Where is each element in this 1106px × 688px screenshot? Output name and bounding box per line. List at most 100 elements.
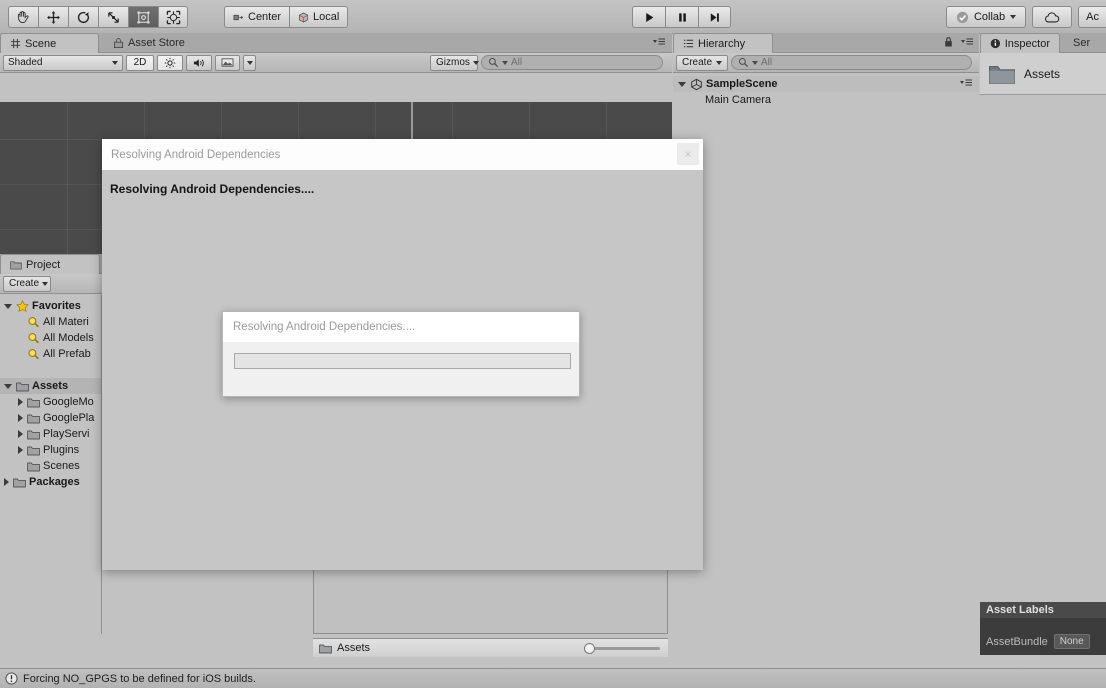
project-tree-item-label: All Prefab	[43, 348, 91, 360]
assetbundle-dropdown[interactable]: None	[1053, 634, 1090, 649]
tab-hierarchy[interactable]: Hierarchy	[673, 33, 773, 53]
gizmos-dropdown[interactable]: Gizmos	[430, 54, 479, 71]
pivot-mode-button[interactable]: Center	[224, 6, 290, 28]
slider-thumb[interactable]	[584, 643, 595, 654]
project-tree-item[interactable]: All Models	[0, 330, 101, 346]
cloud-button[interactable]	[1032, 6, 1073, 28]
hierarchy-item-main-camera[interactable]: Main Camera	[673, 92, 979, 108]
pause-button[interactable]	[665, 6, 698, 28]
project-tree-item[interactable]: Assets	[0, 378, 101, 394]
project-zoom-slider[interactable]	[584, 642, 662, 654]
folder-icon	[13, 478, 26, 487]
scene-context-menu-button[interactable]	[959, 78, 979, 91]
play-button[interactable]	[632, 6, 665, 28]
hierarchy-lock-button[interactable]	[944, 36, 953, 51]
tab-asset-store[interactable]: Asset Store	[104, 33, 194, 53]
hierarchy-search-input[interactable]: All	[731, 55, 972, 70]
collab-button[interactable]: Collab	[945, 6, 1027, 28]
progress-dialog[interactable]: Resolving Android Dependencies....	[222, 311, 580, 397]
dialog-title: Resolving Android Dependencies	[111, 148, 281, 161]
project-tree-item[interactable]: Plugins	[0, 442, 101, 458]
asset-labels-title: Asset Labels	[980, 602, 1106, 618]
chevron-down-icon	[246, 60, 253, 65]
grid-icon	[10, 38, 21, 49]
tab-scene[interactable]: Scene	[0, 33, 99, 53]
hierarchy-panel: Hierarchy Create All SampleScene Main Ca…	[673, 33, 979, 668]
project-tree-item[interactable]: All Materi	[0, 314, 101, 330]
hierarchy-item-label: Main Camera	[705, 94, 772, 106]
dialog-message: Resolving Android Dependencies....	[110, 182, 315, 196]
project-tree-item-label: Scenes	[43, 460, 80, 472]
hierarchy-create-button[interactable]: Create	[676, 54, 728, 71]
draw-mode-label: Shaded	[8, 57, 43, 68]
status-bar[interactable]: Forcing NO_GPGS to be defined for iOS bu…	[0, 668, 1106, 688]
project-tree-item[interactable]: PlayServi	[0, 426, 101, 442]
toggle-2d-label: 2D	[133, 57, 147, 68]
chevron-down-icon	[1010, 15, 1017, 19]
scene-panel-menu-button[interactable]	[652, 36, 666, 51]
transform-tool-button[interactable]	[158, 6, 188, 28]
project-create-button[interactable]: Create	[3, 275, 51, 292]
chevron-down-icon	[42, 281, 49, 286]
close-icon[interactable]: ×	[677, 143, 699, 165]
scene-tabrow: Scene Asset Store	[0, 33, 672, 53]
chevron-right-icon[interactable]	[18, 446, 23, 454]
folder-icon	[27, 462, 40, 471]
chevron-down-icon[interactable]	[4, 303, 12, 309]
folder-icon	[319, 644, 332, 653]
project-tree-item[interactable]: Packages	[0, 474, 101, 490]
scene-search-input[interactable]: All	[481, 55, 663, 70]
project-tree-item-label: Favorites	[32, 300, 81, 312]
chevron-right-icon[interactable]	[18, 430, 23, 438]
account-button[interactable]: Ac	[1078, 6, 1106, 28]
hierarchy-tree[interactable]: SampleScene Main Camera	[673, 74, 979, 668]
project-tree-item[interactable]: Scenes	[0, 458, 101, 474]
move-tool-button[interactable]	[38, 6, 68, 28]
play-icon	[645, 12, 653, 22]
search-icon	[28, 317, 39, 328]
lock-icon	[945, 37, 952, 47]
scene-lighting-button[interactable]	[157, 54, 183, 71]
draw-mode-dropdown[interactable]: Shaded	[3, 54, 123, 71]
rotate-tool-button[interactable]	[68, 6, 98, 28]
project-tree-item[interactable]: GooglePla	[0, 410, 101, 426]
chevron-down-icon	[502, 60, 508, 65]
progress-bar	[234, 353, 571, 369]
info-icon	[990, 38, 1001, 49]
tab-services-label: Ser	[1073, 37, 1091, 49]
pivot-handle-group: Center Local	[224, 6, 349, 28]
hierarchy-item-samplescene[interactable]: SampleScene	[673, 76, 979, 92]
step-button[interactable]	[698, 6, 731, 28]
project-tree-item[interactable]: Favorites	[0, 298, 101, 314]
chevron-right-icon[interactable]	[18, 398, 23, 406]
chevron-right-icon[interactable]	[4, 478, 9, 486]
project-tree-item-label: GooglePla	[43, 412, 95, 424]
dialog-titlebar[interactable]: Resolving Android Dependencies ×	[102, 139, 703, 170]
project-tree-item-label: All Materi	[43, 316, 89, 328]
project-tree-item[interactable]: GoogleMo	[0, 394, 101, 410]
inspector-tabrow: Inspector Ser	[980, 33, 1106, 53]
scene-effects-button[interactable]	[215, 54, 240, 71]
project-tree[interactable]: Favorites All Materi All Models All Prefab A…	[0, 295, 102, 634]
handle-space-button[interactable]: Local	[289, 6, 349, 28]
project-tree-item[interactable]: All Prefab	[0, 346, 101, 362]
rect-tool-button[interactable]	[128, 6, 158, 28]
toggle-2d-button[interactable]: 2D	[126, 54, 154, 71]
chevron-right-icon[interactable]	[18, 414, 23, 422]
tab-project[interactable]: Project	[0, 254, 100, 274]
hierarchy-tabrow: Hierarchy	[673, 33, 979, 53]
scene-effects-dropdown[interactable]	[243, 54, 256, 71]
tab-services[interactable]: Ser	[1064, 33, 1099, 53]
hierarchy-icon	[683, 39, 694, 48]
tab-inspector[interactable]: Inspector	[980, 33, 1060, 53]
scale-tool-button[interactable]	[98, 6, 128, 28]
hierarchy-menu-button[interactable]	[960, 36, 974, 51]
tab-hierarchy-label: Hierarchy	[698, 37, 746, 50]
hand-tool-button[interactable]	[8, 6, 38, 28]
scene-audio-button[interactable]	[186, 54, 212, 71]
chevron-down-icon[interactable]	[4, 383, 12, 389]
chevron-down-icon[interactable]	[678, 81, 686, 87]
